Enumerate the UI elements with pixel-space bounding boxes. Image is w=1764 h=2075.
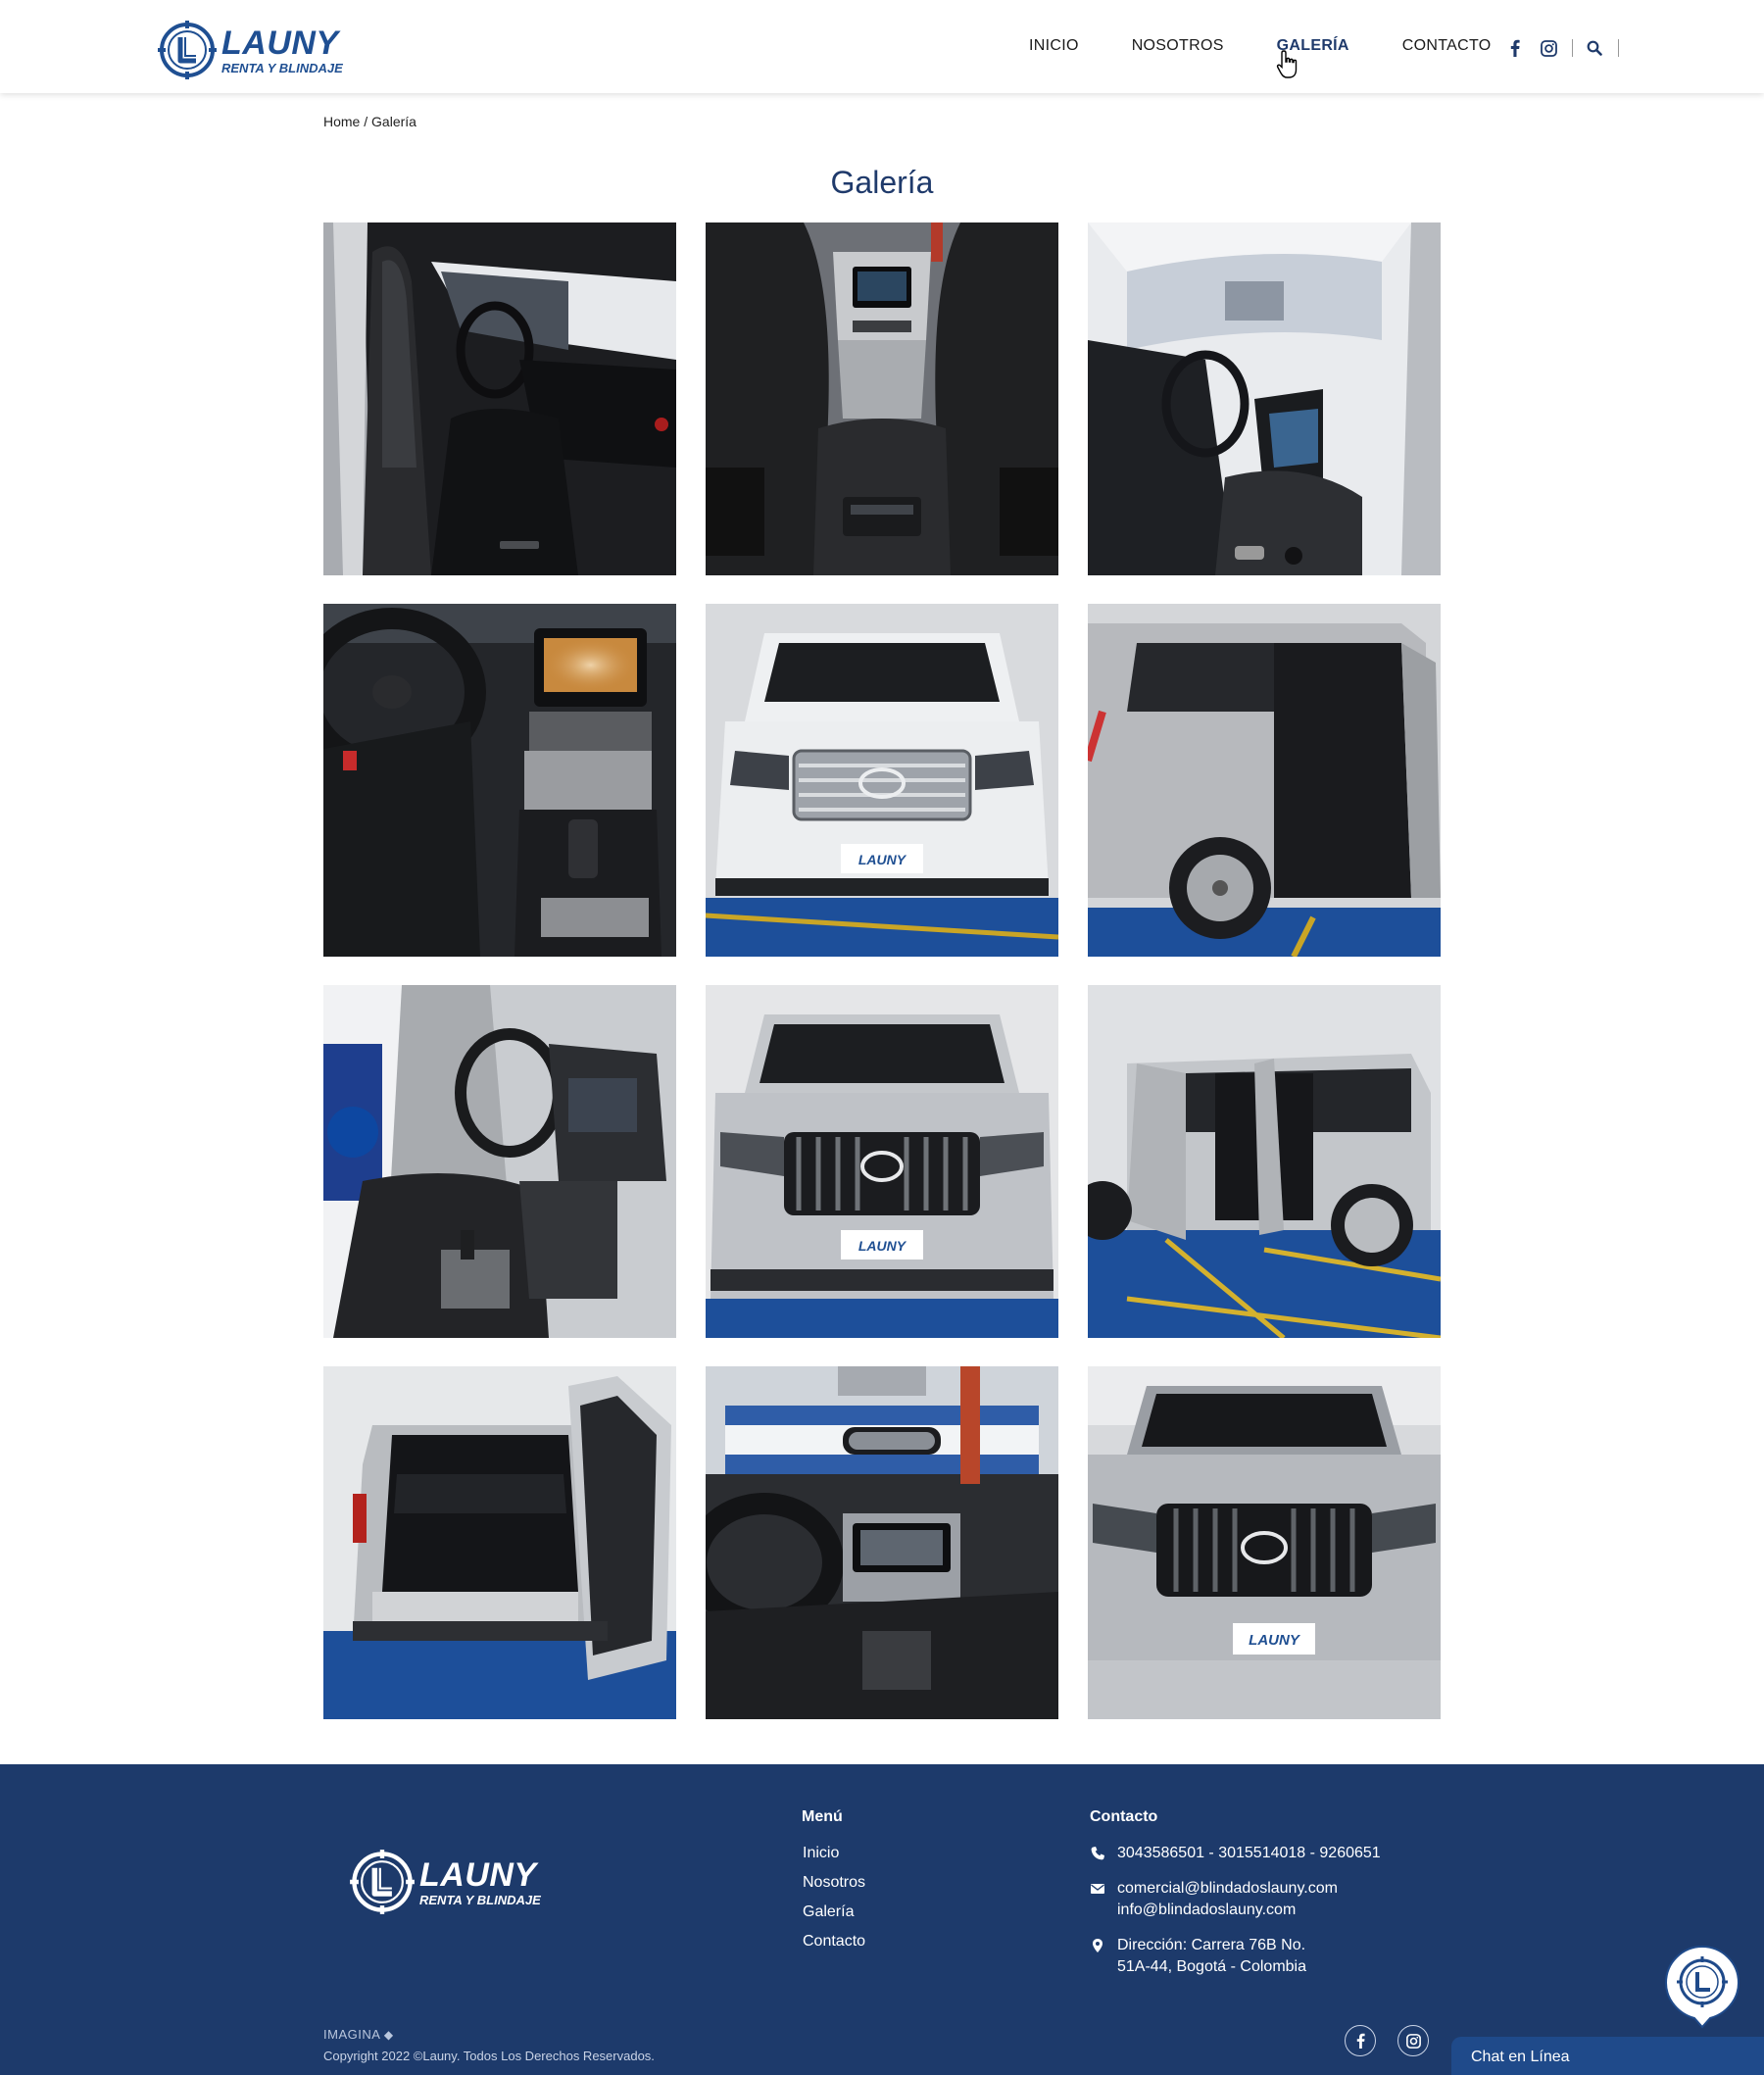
breadcrumb-home[interactable]: Home [323, 114, 360, 129]
footer-contact: 3043586501 - 3015514018 - 9260651 comerc… [1090, 1843, 1462, 1992]
breadcrumb-separator: / [360, 114, 372, 129]
footer-facebook-icon[interactable] [1345, 2025, 1376, 2056]
contact-email-comercial[interactable]: comercial@blindadoslauny.com [1117, 1878, 1338, 1900]
gallery-photo-3[interactable] [1088, 222, 1441, 575]
nav-item-inicio[interactable]: INICIO [1029, 37, 1079, 55]
search-icon[interactable] [1585, 38, 1604, 58]
developer-mark-icon: ◆ [383, 2028, 394, 2042]
gallery-photo-8[interactable]: LAUNY [706, 985, 1058, 1338]
contact-address-row: Dirección: Carrera 76B No. 51A-44, Bogot… [1090, 1935, 1462, 1978]
footer-social [1345, 2025, 1450, 2056]
copyright: Copyright 2022 ©Launy. Todos Los Derecho… [323, 2049, 655, 2063]
brand-name: LAUNY [221, 24, 339, 62]
breadcrumb-current: Galería [371, 114, 416, 129]
footer-menu-title: Menú [802, 1808, 843, 1825]
nav-item-nosotros[interactable]: NOSOTROS [1132, 37, 1224, 55]
breadcrumb: Home / Galería [323, 114, 416, 129]
chat-bubble-icon[interactable] [1664, 1945, 1740, 2029]
gallery-photo-9[interactable] [1088, 985, 1441, 1338]
contact-address-line-2: 51A-44, Bogotá - Colombia [1117, 1958, 1306, 1975]
contact-email-info[interactable]: info@blindadoslauny.com [1117, 1900, 1338, 1921]
license-plate-text: LAUNY [858, 1238, 907, 1254]
footer-menu: Inicio Nosotros Galería Contacto [803, 1845, 865, 1962]
envelope-icon [1091, 1884, 1104, 1894]
phone-icon [1091, 1847, 1104, 1860]
footer-instagram-icon[interactable] [1397, 2025, 1429, 2056]
contact-phone-row: 3043586501 - 3015514018 - 9260651 [1090, 1843, 1462, 1864]
footer-contact-title: Contacto [1090, 1808, 1158, 1825]
gallery-photo-11[interactable] [706, 1366, 1058, 1719]
contact-phones[interactable]: 3043586501 - 3015514018 - 9260651 [1117, 1843, 1381, 1864]
header-divider [1572, 39, 1573, 57]
gallery-photo-7[interactable] [323, 985, 676, 1338]
launy-logo-icon [158, 21, 217, 79]
gallery-photo-1[interactable] [323, 222, 676, 575]
developer-name: IMAGINA [323, 2027, 380, 2042]
site-header: LAUNY RENTA Y BLINDAJE INICIO NOSOTROS G… [0, 0, 1764, 93]
developer-logo[interactable]: IMAGINA ◆ [323, 2027, 394, 2042]
gallery-photo-6[interactable] [1088, 604, 1441, 957]
brand-tagline: RENTA Y BLINDAJE [221, 60, 343, 75]
license-plate-text: LAUNY [1249, 1632, 1301, 1649]
header-icons [1505, 37, 1631, 59]
footer-brand-name: LAUNY [419, 1855, 537, 1894]
gallery-photo-4[interactable] [323, 604, 676, 957]
gallery-photo-5[interactable]: LAUNY [706, 604, 1058, 957]
launy-logo-icon [350, 1850, 415, 1914]
location-pin-icon [1093, 1939, 1102, 1952]
header-divider-end [1618, 39, 1619, 57]
site-footer: LAUNY RENTA Y BLINDAJE Menú Inicio Nosot… [0, 1764, 1764, 2075]
photo-gallery: LAUNY LAUNY LAUNY [323, 222, 1441, 1719]
footer-logo[interactable]: LAUNY RENTA Y BLINDAJE [349, 1849, 541, 1915]
facebook-icon[interactable] [1505, 38, 1525, 58]
gallery-photo-12[interactable]: LAUNY [1088, 1366, 1441, 1719]
instagram-icon[interactable] [1539, 38, 1558, 58]
gallery-photo-2[interactable] [706, 222, 1058, 575]
footer-link-nosotros[interactable]: Nosotros [803, 1874, 865, 1892]
hand-cursor-icon [1276, 50, 1298, 78]
footer-brand-tagline: RENTA Y BLINDAJE [419, 1892, 541, 1907]
photo-interior-driver-side [323, 222, 676, 575]
footer-link-inicio[interactable]: Inicio [803, 1845, 865, 1862]
gallery-photo-10[interactable] [323, 1366, 676, 1719]
chat-online-button[interactable]: Chat en Línea [1451, 2037, 1764, 2075]
footer-link-galeria[interactable]: Galería [803, 1903, 865, 1921]
contact-email-row: comercial@blindadoslauny.com info@blinda… [1090, 1878, 1462, 1921]
page-title: Galería [830, 165, 934, 200]
footer-link-contacto[interactable]: Contacto [803, 1933, 865, 1951]
brand-logo[interactable]: LAUNY RENTA Y BLINDAJE [157, 18, 353, 82]
nav-item-contacto[interactable]: CONTACTO [1402, 37, 1492, 55]
license-plate-text: LAUNY [858, 852, 907, 867]
contact-address-line-1: Dirección: Carrera 76B No. [1117, 1937, 1306, 1953]
chat-label: Chat en Línea [1471, 2049, 1570, 2065]
